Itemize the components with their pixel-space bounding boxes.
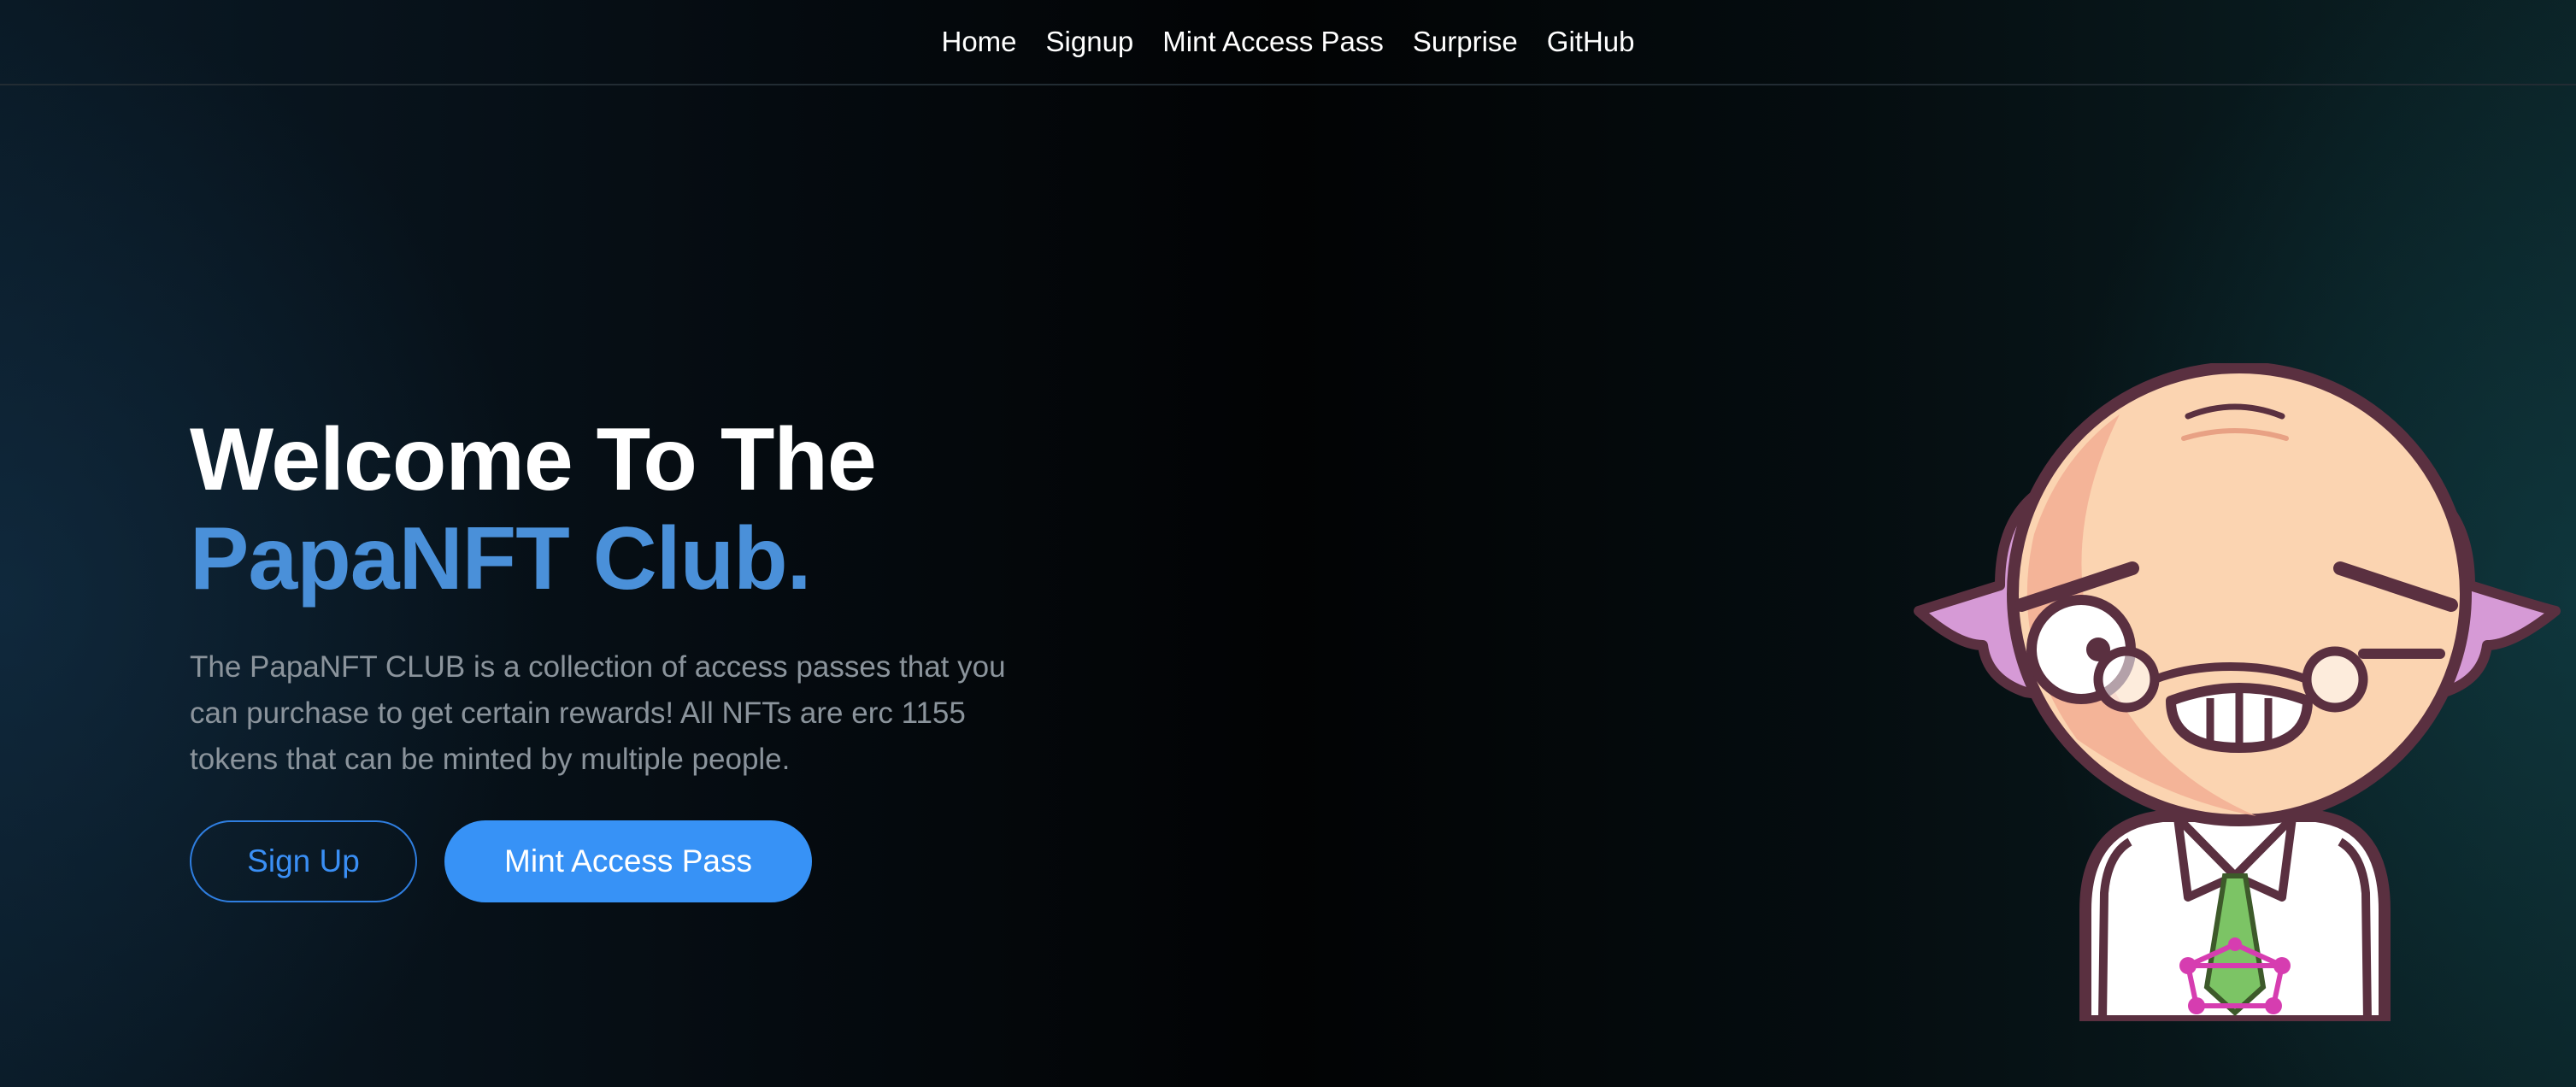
papa-nft-mascot-icon	[1914, 363, 2561, 1021]
nav-mint-access-pass-link[interactable]: Mint Access Pass	[1162, 26, 1384, 58]
hero-description: The PapaNFT CLUB is a collection of acce…	[190, 650, 1006, 776]
sign-up-button[interactable]: Sign Up	[190, 820, 417, 902]
hero-title-highlight: PapaNFT Club.	[190, 509, 812, 608]
mint-access-pass-button[interactable]: Mint Access Pass	[444, 820, 812, 902]
nav-signup-link[interactable]: Signup	[1046, 26, 1134, 58]
nav-surprise-link[interactable]: Surprise	[1413, 26, 1518, 58]
nav-github-link[interactable]: GitHub	[1547, 26, 1635, 58]
nav-home-link[interactable]: Home	[942, 26, 1017, 58]
hero-title-line1: Welcome To The	[190, 410, 877, 509]
hero-buttons: Sign Up Mint Access Pass	[190, 820, 1130, 902]
hero-section: Welcome To The PapaNFT Club. The PapaNFT…	[190, 410, 1130, 902]
hero-title: Welcome To The PapaNFT Club.	[190, 410, 1130, 608]
top-navbar: Home Signup Mint Access Pass Surprise Gi…	[0, 0, 2576, 85]
